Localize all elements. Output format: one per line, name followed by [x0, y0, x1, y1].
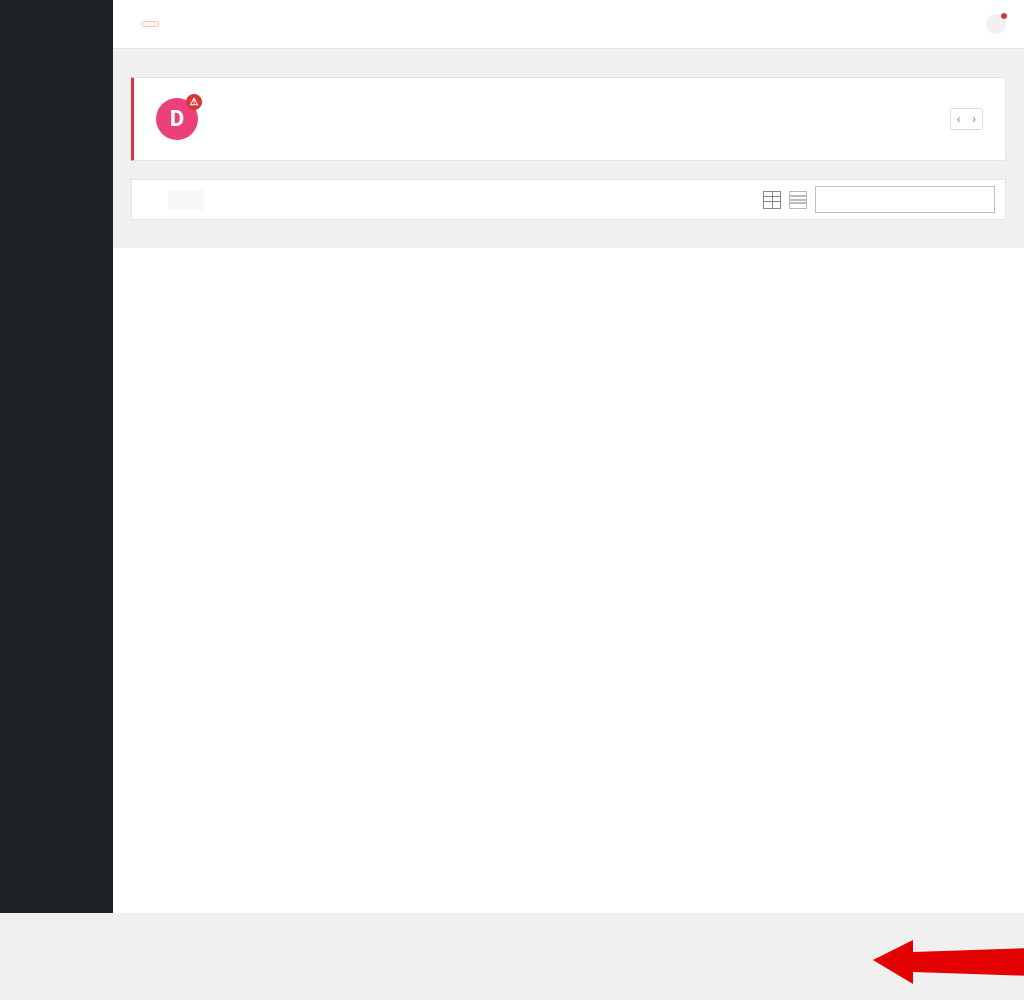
wp-admin-sidebar	[0, 0, 113, 913]
chevron-right-icon[interactable]: ›	[972, 112, 976, 126]
search-input[interactable]	[815, 186, 995, 213]
notice-banner: D ‹ ›	[131, 77, 1006, 161]
tab-inactive[interactable]	[204, 190, 240, 210]
brand	[131, 21, 159, 27]
chevron-left-icon[interactable]: ‹	[957, 112, 961, 126]
list-view-icon[interactable]	[789, 191, 807, 209]
filter-bar	[131, 179, 1006, 220]
dokan-icon: D	[156, 98, 198, 140]
callout-arrow-icon	[873, 930, 1024, 1000]
version-badge	[141, 21, 159, 27]
tab-all[interactable]	[132, 190, 168, 210]
banner-pager[interactable]: ‹ ›	[950, 108, 983, 130]
topbar	[113, 0, 1024, 49]
grid-view-icon[interactable]	[763, 191, 781, 209]
help-icon[interactable]	[986, 14, 1006, 34]
main-content: D ‹ ›	[113, 0, 1024, 913]
tab-active[interactable]	[168, 190, 204, 210]
